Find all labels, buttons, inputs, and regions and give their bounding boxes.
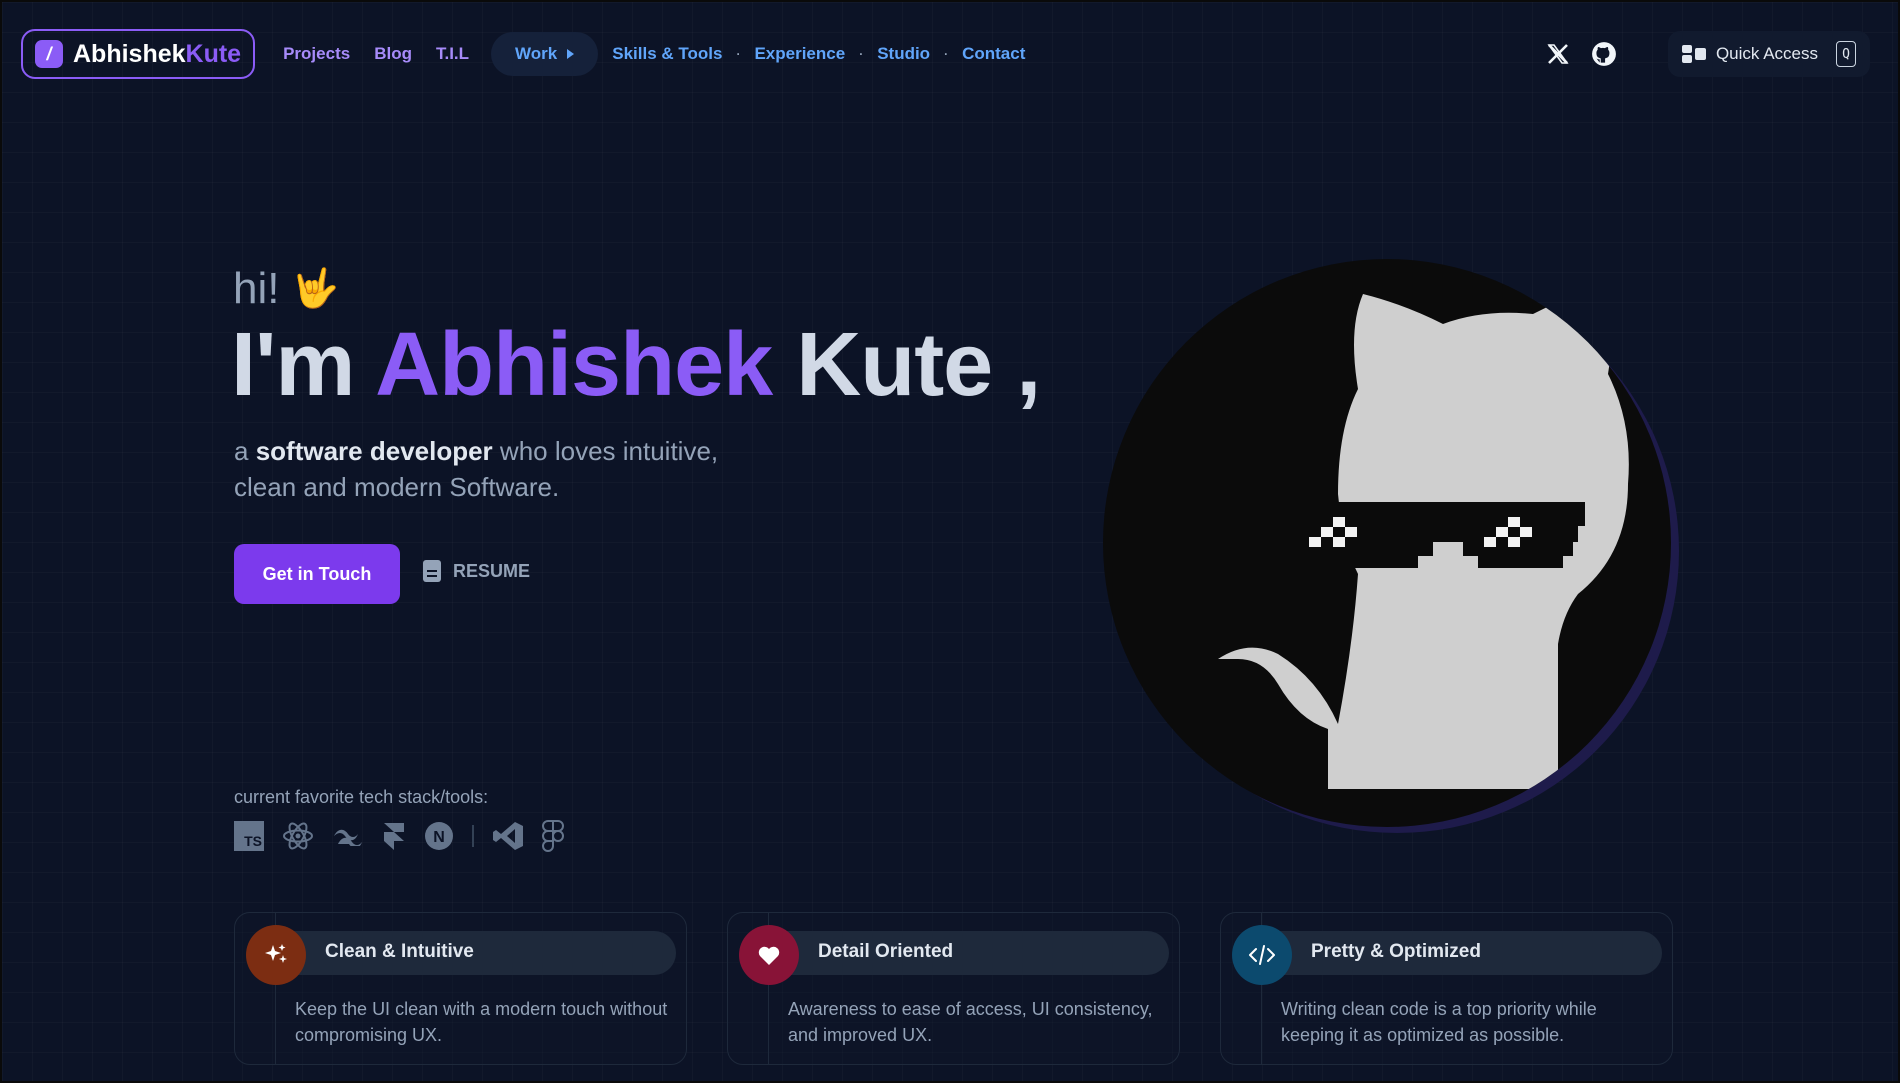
nextjs-icon[interactable]: N [424, 821, 454, 851]
work-label: Work [515, 44, 558, 63]
nav-links: Projects Blog T.I.L Work Skills & Tools … [271, 32, 1037, 76]
greeting-text: hi! [233, 264, 280, 313]
hero-subtitle: a software developer who loves intuitive… [234, 436, 719, 502]
avatar [1103, 259, 1671, 827]
card-title: Clean & Intuitive [325, 941, 474, 962]
nav-dot: · [944, 47, 949, 61]
card-description: Writing clean code is a top priority whi… [1281, 999, 1597, 1045]
code-icon [1232, 925, 1292, 985]
nav-link-skills[interactable]: Skills & Tools [608, 44, 734, 64]
quick-access-button[interactable]: Quick Access Q [1667, 31, 1870, 77]
github-icon[interactable] [1590, 40, 1618, 68]
rock-hand-icon: 🤟 [291, 268, 339, 310]
react-icon[interactable] [282, 821, 314, 851]
nav-dot: · [859, 47, 864, 61]
greeting: hi! 🤟 [233, 264, 339, 314]
tailwind-icon[interactable] [332, 826, 364, 846]
top-nav: / AbhishekKute Projects Blog T.I.L Work … [21, 29, 1870, 79]
page-title: I'm Abhishek Kute , [231, 315, 1041, 415]
nav-link-studio[interactable]: Studio [865, 44, 942, 64]
nav-dot: · [736, 47, 741, 61]
nav-link-experience[interactable]: Experience [742, 44, 857, 64]
work-dropdown[interactable]: Work [491, 32, 599, 76]
figma-icon[interactable] [542, 820, 564, 852]
document-icon [423, 560, 441, 582]
octocat-sunglasses-icon [1218, 284, 1629, 789]
get-in-touch-button[interactable]: Get in Touch [234, 544, 400, 604]
heart-icon [739, 925, 799, 985]
feature-card-optimized: Pretty & Optimized Writing clean code is… [1220, 912, 1673, 1065]
svg-text:N: N [433, 829, 445, 846]
vscode-icon[interactable] [492, 821, 524, 851]
shortcut-key: Q [1836, 41, 1856, 67]
play-icon [567, 49, 575, 59]
card-title: Pretty & Optimized [1311, 941, 1481, 962]
card-header-bar [740, 931, 1169, 975]
layout-icon [1681, 45, 1706, 63]
nav-right: Quick Access Q [1544, 31, 1870, 77]
resume-link[interactable]: RESUME [423, 560, 530, 582]
card-description: Keep the UI clean with a modern touch wi… [295, 999, 668, 1045]
x-twitter-icon[interactable] [1544, 40, 1572, 68]
stack-divider [472, 825, 474, 847]
tech-stack-icons: TS N [234, 820, 564, 852]
sparkles-icon [246, 925, 306, 985]
card-title: Detail Oriented [818, 941, 954, 962]
logo-badge-icon: / [35, 40, 63, 68]
tech-stack-label: current favorite tech stack/tools: [234, 787, 489, 807]
nav-link-contact[interactable]: Contact [950, 44, 1037, 64]
quick-access-label: Quick Access [1715, 44, 1818, 63]
card-description: Awareness to ease of access, UI consiste… [788, 999, 1153, 1045]
name-highlight: Abhishek [375, 315, 773, 415]
nav-link-blog[interactable]: Blog [362, 44, 424, 64]
resume-label: RESUME [453, 560, 531, 581]
framer-icon[interactable] [382, 821, 406, 851]
logo[interactable]: / AbhishekKute [21, 29, 256, 79]
nav-link-til[interactable]: T.I.L [424, 44, 481, 64]
page: / AbhishekKute Projects Blog T.I.L Work … [0, 0, 1900, 1083]
feature-card-clean: Clean & Intuitive Keep the UI clean with… [234, 912, 687, 1065]
feature-card-detail: Detail Oriented Awareness to ease of acc… [727, 912, 1180, 1065]
typescript-icon[interactable]: TS [234, 821, 264, 851]
nav-link-projects[interactable]: Projects [271, 44, 362, 64]
logo-text: AbhishekKute [73, 39, 242, 68]
